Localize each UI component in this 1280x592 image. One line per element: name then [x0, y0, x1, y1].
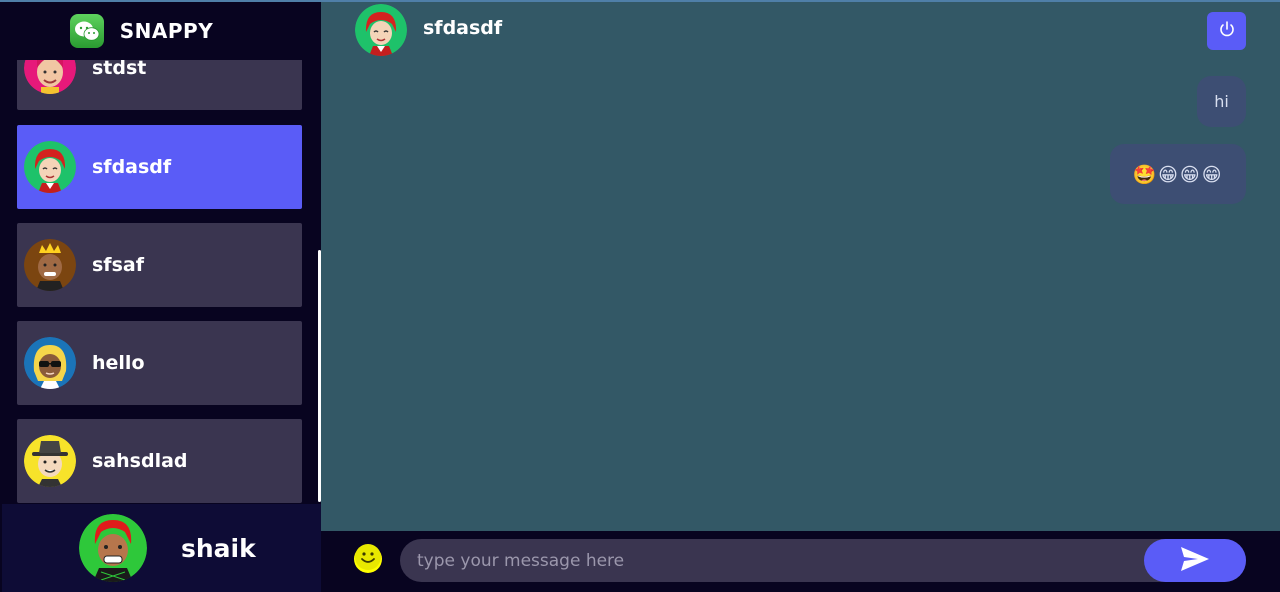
message-composer [321, 531, 1280, 590]
contact-item-hello[interactable]: hello [17, 321, 302, 405]
current-user-name: shaik [181, 533, 256, 563]
emoji-picker-button[interactable] [354, 543, 382, 575]
pink-girl-avatar [24, 60, 76, 94]
contact-list[interactable]: stdst sfdasdf sfsaf hello sahsdlad [2, 60, 321, 504]
message-bubble-sent: 🤩😁😁😁 [1110, 144, 1246, 204]
message-input[interactable] [400, 539, 1246, 582]
hat-man-avatar [24, 435, 76, 487]
red-hair-avatar [355, 4, 407, 56]
king-avatar [24, 239, 76, 291]
current-user: shaik [2, 504, 321, 592]
chat-contact-name: sfdasdf [423, 17, 503, 39]
red-hair-smiling-avatar [79, 514, 147, 582]
wechat-logo-icon [69, 14, 104, 48]
contact-name: sfsaf [92, 254, 144, 276]
contact-item-sahsdlad[interactable]: sahsdlad [17, 419, 302, 503]
message-bubble-sent: hi [1197, 76, 1246, 127]
contact-name: stdst [92, 60, 147, 79]
chat-panel: sfdasdf hi 🤩😁😁😁 [321, 2, 1280, 531]
sidebar: SNAPPY stdst sfdasdf sfsaf hello sahsdla… [2, 2, 321, 592]
red-hair-avatar [24, 141, 76, 193]
contact-name: sfdasdf [92, 156, 172, 178]
sunglasses-blonde-avatar [24, 337, 76, 389]
smiley-icon [354, 543, 382, 575]
contact-item-stdst[interactable]: stdst [17, 60, 302, 110]
power-icon [1218, 20, 1236, 42]
contact-item-sfdasdf[interactable]: sfdasdf [17, 125, 302, 209]
send-button[interactable] [1144, 539, 1246, 582]
contact-item-sfsaf[interactable]: sfsaf [17, 223, 302, 307]
brand-title: SNAPPY [119, 19, 214, 43]
logout-button[interactable] [1207, 12, 1246, 50]
chat-header: sfdasdf [321, 2, 1280, 62]
contact-name: hello [92, 352, 145, 374]
brand: SNAPPY [2, 2, 321, 60]
contact-name: sahsdlad [92, 450, 188, 472]
paper-plane-icon [1180, 546, 1210, 576]
